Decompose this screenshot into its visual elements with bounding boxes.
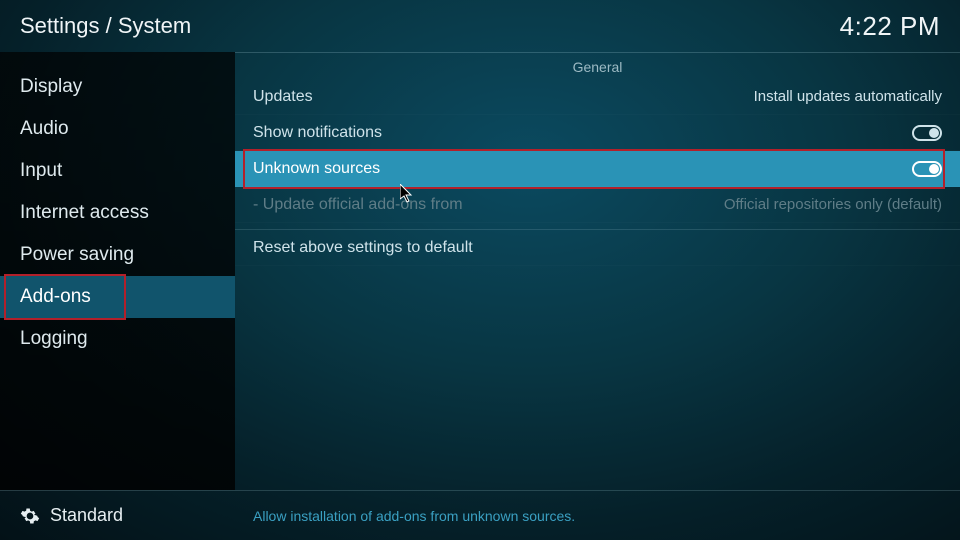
row-label: Updates bbox=[253, 88, 313, 106]
row-label: Show notifications bbox=[253, 124, 382, 142]
sidebar-item-audio[interactable]: Audio bbox=[0, 108, 235, 150]
gear-icon bbox=[20, 506, 40, 526]
sidebar-item-internet-access[interactable]: Internet access bbox=[0, 192, 235, 234]
row-value: Official repositories only (default) bbox=[724, 196, 942, 213]
content-panel: General Updates Install updates automati… bbox=[235, 52, 960, 490]
header: Settings / System 4:22 PM bbox=[0, 0, 960, 52]
toggle-icon[interactable] bbox=[912, 125, 942, 141]
sidebar-item-display[interactable]: Display bbox=[0, 66, 235, 108]
row-label: Unknown sources bbox=[253, 160, 380, 178]
row-value: Install updates automatically bbox=[754, 88, 942, 105]
clock: 4:22 PM bbox=[840, 11, 940, 42]
row-reset-defaults[interactable]: Reset above settings to default bbox=[235, 230, 960, 266]
sidebar-item-add-ons[interactable]: Add-ons bbox=[0, 276, 235, 318]
row-label: Reset above settings to default bbox=[253, 239, 473, 257]
sidebar-item-input[interactable]: Input bbox=[0, 150, 235, 192]
sidebar-item-power-saving[interactable]: Power saving bbox=[0, 234, 235, 276]
breadcrumb: Settings / System bbox=[20, 13, 191, 39]
row-update-official-addons-from: - Update official add-ons from Official … bbox=[235, 187, 960, 223]
footer: Standard Allow installation of add-ons f… bbox=[0, 490, 960, 540]
sidebar: Display Audio Input Internet access Powe… bbox=[0, 52, 235, 490]
row-unknown-sources[interactable]: Unknown sources bbox=[235, 151, 960, 187]
row-show-notifications[interactable]: Show notifications bbox=[235, 115, 960, 151]
main: Display Audio Input Internet access Powe… bbox=[0, 52, 960, 490]
sidebar-item-logging[interactable]: Logging bbox=[0, 318, 235, 360]
settings-level-label: Standard bbox=[50, 505, 123, 526]
settings-level-button[interactable]: Standard bbox=[0, 505, 235, 526]
toggle-icon[interactable] bbox=[912, 161, 942, 177]
row-updates[interactable]: Updates Install updates automatically bbox=[235, 79, 960, 115]
help-text: Allow installation of add-ons from unkno… bbox=[235, 508, 960, 524]
row-label: - Update official add-ons from bbox=[253, 196, 463, 214]
section-heading: General bbox=[235, 53, 960, 79]
